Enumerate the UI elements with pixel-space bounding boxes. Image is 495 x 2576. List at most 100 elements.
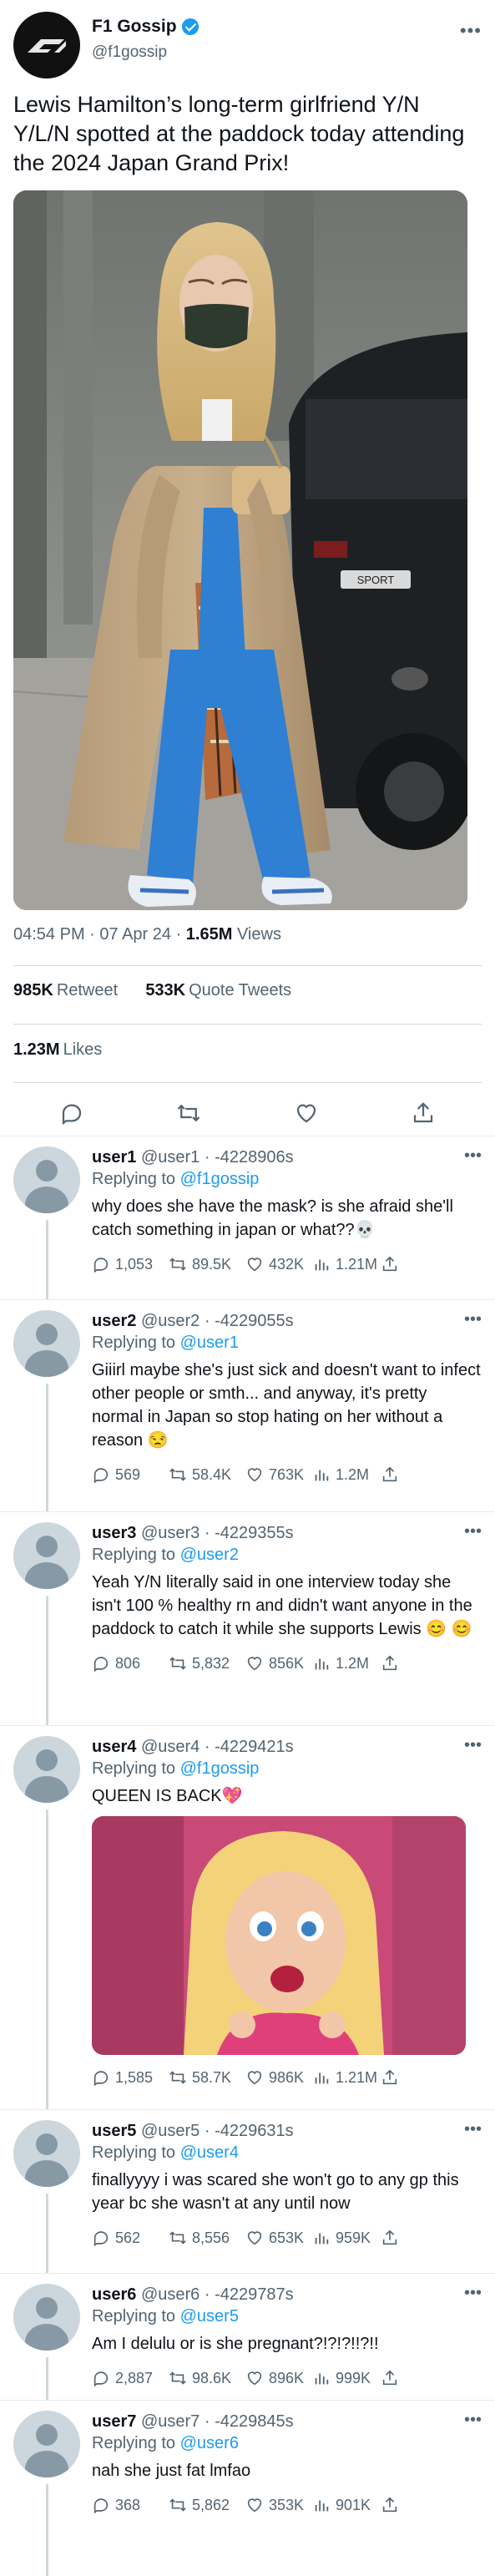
reply-item[interactable]: ••• user3 @user3 · -4229355s Replying to @… — [0, 1511, 495, 1726]
more-icon[interactable]: ••• — [464, 2120, 482, 2139]
retweets-stat[interactable]: 985K Retweet — [13, 981, 118, 1000]
account-name[interactable]: F1 Gossip — [92, 17, 177, 37]
share-icon[interactable] — [381, 1654, 399, 1673]
reply-count-stat[interactable]: 806 — [92, 1654, 169, 1673]
reply-handle[interactable]: @user5 — [141, 2122, 200, 2140]
like-count-stat[interactable]: 856K — [245, 1654, 312, 1673]
reply-count-stat[interactable]: 569 — [92, 1465, 169, 1484]
share-icon[interactable] — [381, 2496, 399, 2514]
share-stat[interactable] — [381, 1465, 399, 1484]
reply-item[interactable]: ••• user6 @user6 · -4229787s Replying to @… — [0, 2273, 495, 2401]
views-icon[interactable] — [312, 1654, 331, 1673]
reply-icon[interactable] — [92, 2068, 110, 2087]
avatar[interactable] — [13, 1736, 80, 1803]
reply-handle[interactable]: @user6 — [141, 2285, 200, 2304]
avatar[interactable] — [13, 2120, 80, 2187]
share-icon[interactable] — [381, 2068, 399, 2087]
reply-gif[interactable] — [92, 1816, 466, 2055]
replying-mention[interactable]: @user5 — [180, 2307, 239, 2325]
retweet-icon[interactable] — [169, 1465, 187, 1484]
views-count-stat[interactable]: 959K — [312, 2229, 381, 2247]
reply-count-stat[interactable]: 2,887 — [92, 2369, 169, 2387]
avatar[interactable] — [13, 12, 80, 78]
retweet-icon[interactable] — [169, 2369, 187, 2387]
share-stat[interactable] — [381, 2496, 399, 2514]
reply-item[interactable]: ••• user1 @user1 · -4228906s Replying to @… — [0, 1136, 495, 1300]
more-icon[interactable]: ••• — [464, 1522, 482, 1541]
reply-item[interactable]: ••• user4 @user4 · -4229421s Replying to @… — [0, 1725, 495, 2110]
views-icon[interactable] — [312, 2068, 331, 2087]
views-count-stat[interactable]: 1.2M — [312, 1654, 381, 1673]
avatar[interactable] — [13, 1310, 80, 1377]
like-icon[interactable] — [245, 1654, 264, 1673]
more-icon[interactable]: ••• — [464, 1310, 482, 1329]
retweet-count-stat[interactable]: 98.6K — [169, 2369, 245, 2387]
reply-icon[interactable] — [59, 1101, 84, 1126]
views-count-stat[interactable]: 1.2M — [312, 1465, 381, 1484]
more-icon[interactable]: ••• — [464, 1736, 482, 1755]
likes-stat[interactable]: 1.23M Likes — [13, 1040, 102, 1060]
reply-icon[interactable] — [92, 1465, 110, 1484]
retweet-icon[interactable] — [169, 1255, 187, 1273]
reply-item[interactable]: ••• user7 @user7 · -4229845s Replying to @… — [0, 2400, 495, 2576]
views-count-stat[interactable]: 999K — [312, 2369, 381, 2387]
post-photo[interactable]: SPORT — [13, 190, 467, 910]
like-count-stat[interactable]: 763K — [245, 1465, 312, 1484]
reply-handle[interactable]: @user2 — [141, 1312, 200, 1330]
avatar[interactable] — [13, 1146, 80, 1213]
more-icon[interactable]: ••• — [460, 20, 482, 42]
replying-mention[interactable]: @f1gossip — [180, 1170, 260, 1188]
share-icon[interactable] — [381, 2229, 399, 2247]
like-count-stat[interactable]: 653K — [245, 2229, 312, 2247]
views-count-stat[interactable]: 1.21M — [312, 2068, 381, 2087]
like-icon[interactable] — [245, 1465, 264, 1484]
share-icon[interactable] — [381, 1465, 399, 1484]
replying-mention[interactable]: @user2 — [180, 1546, 239, 1564]
share-stat[interactable] — [381, 2068, 399, 2087]
views-count-stat[interactable]: 901K — [312, 2496, 381, 2514]
share-stat[interactable] — [381, 2229, 399, 2247]
share-stat[interactable] — [381, 2369, 399, 2387]
share-icon[interactable] — [381, 1255, 399, 1273]
share-icon[interactable] — [411, 1101, 436, 1126]
retweet-icon[interactable] — [169, 2229, 187, 2247]
reply-username[interactable]: user6 — [92, 2285, 136, 2304]
share-stat[interactable] — [381, 1255, 399, 1273]
more-icon[interactable]: ••• — [464, 1146, 482, 1166]
retweet-count-stat[interactable]: 5,832 — [169, 1654, 245, 1673]
reply-icon[interactable] — [92, 2496, 110, 2514]
reply-icon[interactable] — [92, 2229, 110, 2247]
like-icon[interactable] — [245, 2496, 264, 2514]
reply-handle[interactable]: @user4 — [141, 1738, 200, 1756]
like-count-stat[interactable]: 432K — [245, 1255, 312, 1273]
views-count-stat[interactable]: 1.21M — [312, 1255, 381, 1273]
replying-mention[interactable]: @user6 — [180, 2434, 239, 2452]
retweet-icon[interactable] — [169, 2496, 187, 2514]
reply-username[interactable]: user1 — [92, 1148, 136, 1167]
more-icon[interactable]: ••• — [464, 2284, 482, 2303]
like-count-stat[interactable]: 353K — [245, 2496, 312, 2514]
reply-count-stat[interactable]: 1,585 — [92, 2068, 169, 2087]
like-count-stat[interactable]: 986K — [245, 2068, 312, 2087]
retweet-count-stat[interactable]: 5,862 — [169, 2496, 245, 2514]
replying-mention[interactable]: @user1 — [180, 1334, 239, 1352]
reply-icon[interactable] — [92, 1654, 110, 1673]
like-icon[interactable] — [245, 2369, 264, 2387]
like-count-stat[interactable]: 896K — [245, 2369, 312, 2387]
reply-handle[interactable]: @user3 — [141, 1524, 200, 1542]
retweet-icon[interactable] — [169, 1654, 187, 1673]
retweet-icon[interactable] — [176, 1101, 201, 1126]
reply-item[interactable]: ••• user2 @user2 · -4229055s Replying to @… — [0, 1299, 495, 1512]
views-icon[interactable] — [312, 1255, 331, 1273]
reply-icon[interactable] — [92, 2369, 110, 2387]
replying-mention[interactable]: @f1gossip — [180, 1759, 260, 1778]
views-icon[interactable] — [312, 2496, 331, 2514]
like-icon[interactable] — [245, 2068, 264, 2087]
reply-username[interactable]: user2 — [92, 1312, 136, 1330]
reply-handle[interactable]: @user1 — [141, 1148, 200, 1167]
retweet-icon[interactable] — [169, 2068, 187, 2087]
reply-icon[interactable] — [92, 1255, 110, 1273]
like-icon[interactable] — [245, 1255, 264, 1273]
retweet-count-stat[interactable]: 58.4K — [169, 1465, 245, 1484]
quotes-stat[interactable]: 533K Quote Tweets — [145, 981, 291, 1000]
